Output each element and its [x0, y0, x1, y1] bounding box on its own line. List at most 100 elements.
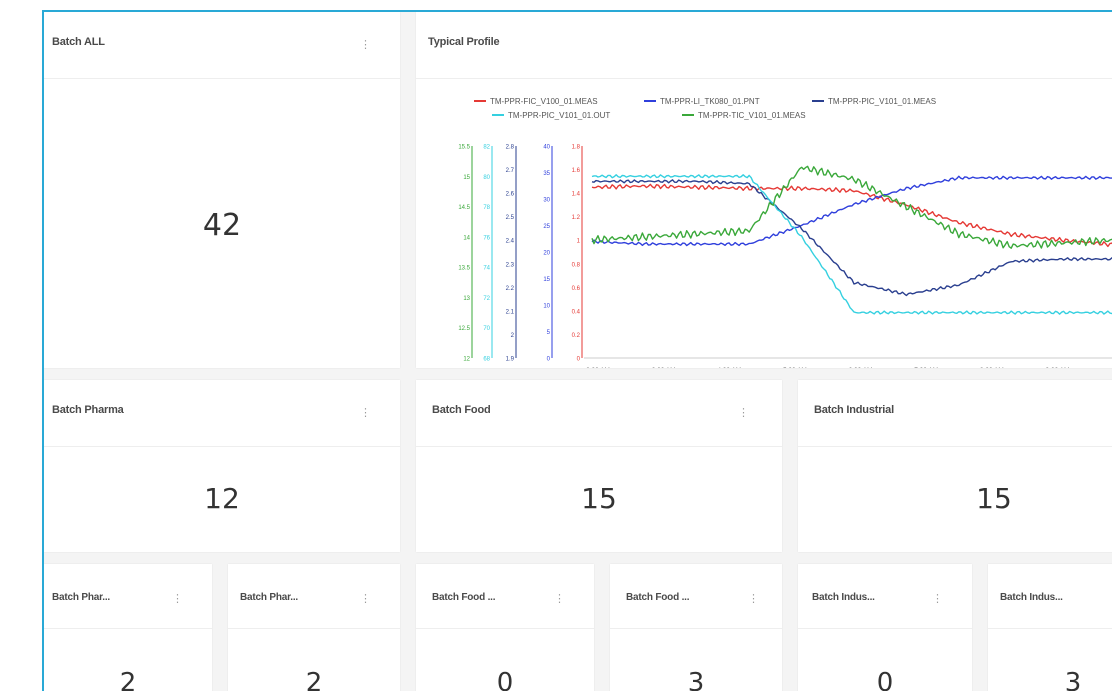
card-title: Typical Profile — [428, 36, 500, 48]
card-header: Batch Food ... ⋮ — [610, 564, 782, 629]
kebab-menu-icon[interactable]: ⋮ — [554, 592, 565, 606]
card-title: Batch ALL — [52, 36, 105, 48]
batch-count-value: 2 — [119, 668, 137, 691]
batch-count-value: 15 — [581, 482, 617, 515]
card-header: Batch ALL ⋮ — [44, 12, 400, 79]
y-tick-label: 2.6 — [506, 192, 515, 198]
legend-label: TM-PPR-PIC_V101_01.MEAS — [828, 97, 936, 106]
y-tick-label: 1.4 — [572, 192, 581, 198]
y-tick-label: 13.5 — [458, 266, 470, 272]
card-batch-food-sub-1[interactable]: Batch Food ... ⋮ 0 — [416, 564, 594, 691]
y-tick-label: 2.8 — [506, 145, 515, 151]
y-tick-label: 12 — [463, 357, 470, 363]
kebab-menu-icon[interactable]: ⋮ — [172, 592, 183, 606]
card-batch-industrial[interactable]: Batch Industrial 15 — [798, 380, 1112, 552]
card-title: Batch Food — [432, 404, 491, 416]
x-tick-label: 2:00 AM — [586, 367, 610, 368]
card-header: Batch Indus... ⋮ — [798, 564, 972, 629]
kebab-menu-icon[interactable]: ⋮ — [360, 592, 371, 606]
y-tick-label: 0.2 — [572, 333, 581, 339]
card-batch-food-sub-2[interactable]: Batch Food ... ⋮ 3 — [610, 564, 782, 691]
y-tick-label: 0.8 — [572, 262, 581, 268]
card-header: Typical Profile — [416, 12, 1112, 79]
legend-label: TM-PPR-LI_TK080_01.PNT — [660, 97, 760, 106]
y-tick-label: 10 — [543, 304, 550, 310]
x-tick-label: 6:00 AM — [849, 367, 873, 368]
x-tick-label: 8:00 AM — [980, 367, 1004, 368]
card-title: Batch Industrial — [814, 404, 894, 416]
card-title: Batch Indus... — [812, 592, 875, 603]
card-header: Batch Food ⋮ — [416, 380, 782, 447]
card-batch-industrial-sub-1[interactable]: Batch Indus... ⋮ 0 — [798, 564, 972, 691]
card-title: Batch Phar... — [52, 592, 110, 603]
y-tick-label: 1.6 — [572, 168, 581, 174]
card-typical-profile: Typical Profile TM-PPR-FIC_V100_01.MEAS T… — [416, 12, 1112, 368]
y-tick-label: 2.4 — [506, 239, 515, 245]
y-tick-label: 40 — [543, 145, 550, 151]
y-tick-label: 1.2 — [572, 215, 581, 221]
y-tick-label: 0.6 — [572, 286, 581, 292]
kebab-menu-icon[interactable]: ⋮ — [360, 38, 371, 52]
card-batch-pharma-sub-1[interactable]: Batch Phar... ⋮ 2 — [44, 564, 212, 691]
batch-count-value: 2 — [305, 668, 323, 691]
y-tick-label: 35 — [543, 171, 550, 177]
card-header: Batch Phar... ⋮ — [44, 564, 212, 629]
y-tick-label: 2 — [511, 333, 515, 339]
y-tick-label: 15 — [463, 175, 470, 181]
card-title: Batch Phar... — [240, 592, 298, 603]
y-tick-label: 2.7 — [506, 168, 515, 174]
y-tick-label: 1 — [577, 239, 581, 245]
y-tick-label: 2.1 — [506, 309, 515, 315]
card-header: Batch Industrial — [798, 380, 1112, 447]
y-tick-label: 1.9 — [506, 357, 515, 363]
card-batch-all[interactable]: Batch ALL ⋮ 42 — [44, 12, 400, 368]
kebab-menu-icon[interactable]: ⋮ — [748, 592, 759, 606]
x-tick-label: 4:00 AM — [717, 367, 741, 368]
card-header: Batch Pharma ⋮ — [44, 380, 400, 447]
series-line — [591, 165, 1112, 249]
x-tick-label: 3:00 AM — [652, 367, 676, 368]
y-tick-label: 30 — [543, 198, 550, 204]
batch-count-value: 12 — [204, 482, 240, 515]
batch-count-value: 3 — [687, 668, 705, 691]
y-tick-label: 74 — [483, 266, 490, 272]
card-title: Batch Food ... — [432, 592, 496, 603]
y-tick-label: 1.8 — [572, 145, 581, 151]
typical-profile-chart[interactable]: TM-PPR-FIC_V100_01.MEAS TM-PPR-LI_TK080_0… — [416, 78, 1112, 368]
y-tick-label: 2.2 — [506, 286, 515, 292]
y-tick-label: 70 — [483, 326, 490, 332]
legend-label: TM-PPR-FIC_V100_01.MEAS — [490, 97, 598, 106]
y-tick-label: 15 — [543, 277, 550, 283]
y-tick-label: 68 — [483, 357, 490, 363]
batch-count-value: 15 — [976, 482, 1012, 515]
y-tick-label: 5 — [547, 330, 551, 336]
legend-label: TM-PPR-PIC_V101_01.OUT — [508, 111, 610, 120]
card-header: Batch Indus... — [988, 564, 1112, 629]
y-tick-label: 72 — [483, 296, 490, 302]
y-tick-label: 80 — [483, 175, 490, 181]
kebab-menu-icon[interactable]: ⋮ — [738, 406, 749, 420]
y-tick-label: 0 — [547, 357, 551, 363]
kebab-menu-icon[interactable]: ⋮ — [932, 592, 943, 606]
x-tick-label: 9:00 AM — [1046, 367, 1070, 368]
y-tick-label: 15.5 — [458, 145, 470, 151]
legend-label: TM-PPR-TIC_V101_01.MEAS — [698, 111, 806, 120]
y-tick-label: 0.4 — [572, 309, 581, 315]
card-batch-food[interactable]: Batch Food ⋮ 15 — [416, 380, 782, 552]
card-header: Batch Food ... ⋮ — [416, 564, 594, 629]
card-title: Batch Indus... — [1000, 592, 1063, 603]
y-tick-label: 25 — [543, 224, 550, 230]
kebab-menu-icon[interactable]: ⋮ — [360, 406, 371, 420]
batch-count-value: 0 — [876, 668, 894, 691]
y-tick-label: 78 — [483, 205, 490, 211]
batch-count-value: 3 — [1064, 668, 1082, 691]
card-title: Batch Food ... — [626, 592, 690, 603]
batch-count-value: 42 — [202, 208, 242, 243]
card-batch-industrial-sub-2[interactable]: Batch Indus... 3 — [988, 564, 1112, 691]
card-batch-pharma[interactable]: Batch Pharma ⋮ 12 — [44, 380, 400, 552]
dashboard-frame: Batch ALL ⋮ 42 Typical Profile TM-PPR-FI… — [42, 10, 1112, 691]
card-title: Batch Pharma — [52, 404, 124, 416]
y-tick-label: 13 — [463, 296, 470, 302]
card-batch-pharma-sub-2[interactable]: Batch Phar... ⋮ 2 — [228, 564, 400, 691]
y-tick-label: 0 — [577, 357, 581, 363]
